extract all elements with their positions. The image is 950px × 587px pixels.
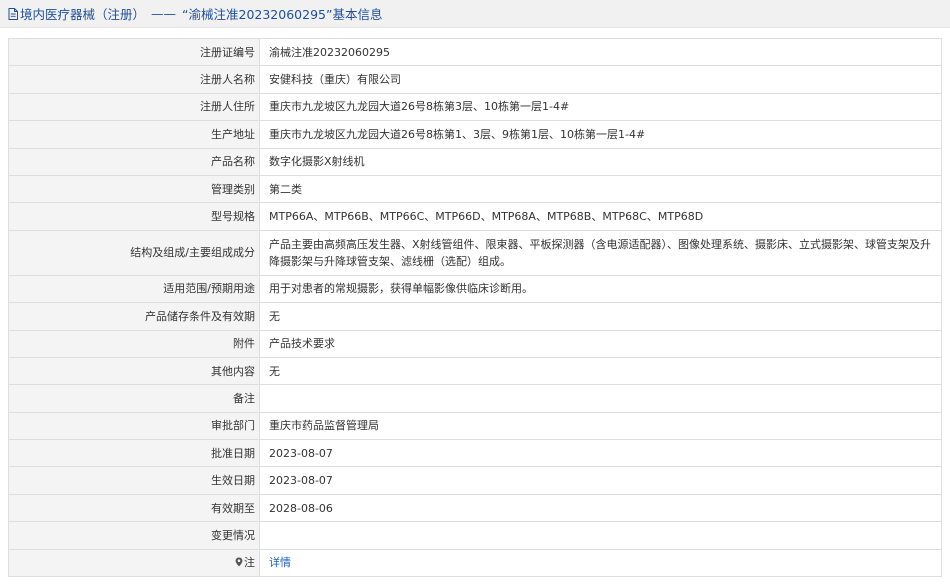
table-row: 备注 bbox=[8, 384, 942, 413]
field-value: 无 bbox=[259, 302, 942, 331]
table-row: 生产地址 重庆市九龙坡区九龙园大道26号8栋第1、3层、9栋第1层、10栋第一层… bbox=[8, 120, 942, 149]
field-value: 第二类 bbox=[259, 174, 942, 204]
field-value: 用于对患者的常规摄影，获得单幅影像供临床诊断用。 bbox=[259, 274, 942, 304]
pin-icon bbox=[235, 557, 243, 567]
details-link[interactable]: 详情 bbox=[269, 556, 291, 569]
field-label: 变更情况 bbox=[8, 521, 260, 550]
field-label: 备注 bbox=[8, 384, 260, 413]
field-label: 批准日期 bbox=[8, 439, 260, 468]
field-value: 重庆市九龙坡区九龙园大道26号8栋第1、3层、9栋第1层、10栋第一层1-4# bbox=[259, 120, 942, 149]
field-label: 生产地址 bbox=[8, 120, 260, 149]
note-label: 注 bbox=[244, 556, 255, 570]
table-row: 附件 产品技术要求 bbox=[8, 329, 942, 358]
field-value: 数字化摄影X射线机 bbox=[259, 147, 942, 176]
table-row: 其他内容 无 bbox=[8, 356, 942, 386]
page-header: 境内医疗器械（注册） —— “渝械注准20232060295”基本信息 bbox=[0, 0, 950, 28]
field-label: 产品名称 bbox=[8, 147, 260, 176]
field-value: 2023-08-07 bbox=[259, 466, 942, 495]
table-row: 型号规格 MTP66A、MTP66B、MTP66C、MTP66D、MTP68A、… bbox=[8, 202, 942, 231]
field-label: 其他内容 bbox=[8, 356, 260, 386]
table-row: 注册证编号 渝械注准20232060295 bbox=[8, 37, 942, 67]
note-value-cell: 详情 bbox=[259, 548, 942, 578]
header-section: 境内医疗器械（注册） bbox=[20, 7, 146, 22]
field-value bbox=[259, 384, 942, 413]
field-value: 无 bbox=[259, 356, 942, 386]
field-value bbox=[259, 521, 942, 550]
table-row: 产品储存条件及有效期 无 bbox=[8, 302, 942, 331]
table-row: 有效期至 2028-08-06 bbox=[8, 493, 942, 523]
field-value: 重庆市药品监督管理局 bbox=[259, 411, 942, 441]
field-value: MTP66A、MTP66B、MTP66C、MTP66D、MTP68A、MTP68… bbox=[259, 202, 942, 231]
registration-detail-table: 注册证编号 渝械注准20232060295 注册人名称 安健科技（重庆）有限公司… bbox=[8, 37, 942, 578]
field-value: 2028-08-06 bbox=[259, 493, 942, 523]
field-label: 注册证编号 bbox=[8, 37, 260, 67]
table-row: 审批部门 重庆市药品监督管理局 bbox=[8, 411, 942, 441]
field-label: 适用范围/预期用途 bbox=[8, 274, 260, 304]
header-title: “渝械注准20232060295”基本信息 bbox=[182, 7, 383, 22]
table-row: 注册人住所 重庆市九龙坡区九龙园大道26号8栋第3层、10栋第一层1-4# bbox=[8, 92, 942, 122]
field-value: 2023-08-07 bbox=[259, 439, 942, 468]
table-row: 注册人名称 安健科技（重庆）有限公司 bbox=[8, 65, 942, 94]
header-separator: —— bbox=[151, 6, 177, 21]
field-label: 有效期至 bbox=[8, 493, 260, 523]
document-icon bbox=[8, 7, 18, 20]
field-label: 结构及组成/主要组成成分 bbox=[8, 229, 260, 276]
field-value: 安健科技（重庆）有限公司 bbox=[259, 65, 942, 94]
note-label-cell: 注 bbox=[8, 548, 260, 578]
note-row: 注 详情 bbox=[8, 548, 942, 578]
field-label: 附件 bbox=[8, 329, 260, 358]
field-value: 产品技术要求 bbox=[259, 329, 942, 358]
field-label: 管理类别 bbox=[8, 174, 260, 204]
field-label: 生效日期 bbox=[8, 466, 260, 495]
field-label: 产品储存条件及有效期 bbox=[8, 302, 260, 331]
table-row: 变更情况 bbox=[8, 521, 942, 550]
table-row: 结构及组成/主要组成成分 产品主要由高频高压发生器、X射线管组件、限束器、平板探… bbox=[8, 229, 942, 276]
field-label: 注册人住所 bbox=[8, 92, 260, 122]
field-value: 产品主要由高频高压发生器、X射线管组件、限束器、平板探测器（含电源适配器）、图像… bbox=[259, 229, 942, 276]
table-row: 批准日期 2023-08-07 bbox=[8, 439, 942, 468]
field-value: 渝械注准20232060295 bbox=[259, 37, 942, 67]
field-label: 审批部门 bbox=[8, 411, 260, 441]
field-value: 重庆市九龙坡区九龙园大道26号8栋第3层、10栋第一层1-4# bbox=[259, 92, 942, 122]
field-label: 注册人名称 bbox=[8, 65, 260, 94]
table-row: 管理类别 第二类 bbox=[8, 174, 942, 204]
table-row: 生效日期 2023-08-07 bbox=[8, 466, 942, 495]
table-row: 适用范围/预期用途 用于对患者的常规摄影，获得单幅影像供临床诊断用。 bbox=[8, 274, 942, 304]
field-label: 型号规格 bbox=[8, 202, 260, 231]
table-row: 产品名称 数字化摄影X射线机 bbox=[8, 147, 942, 176]
